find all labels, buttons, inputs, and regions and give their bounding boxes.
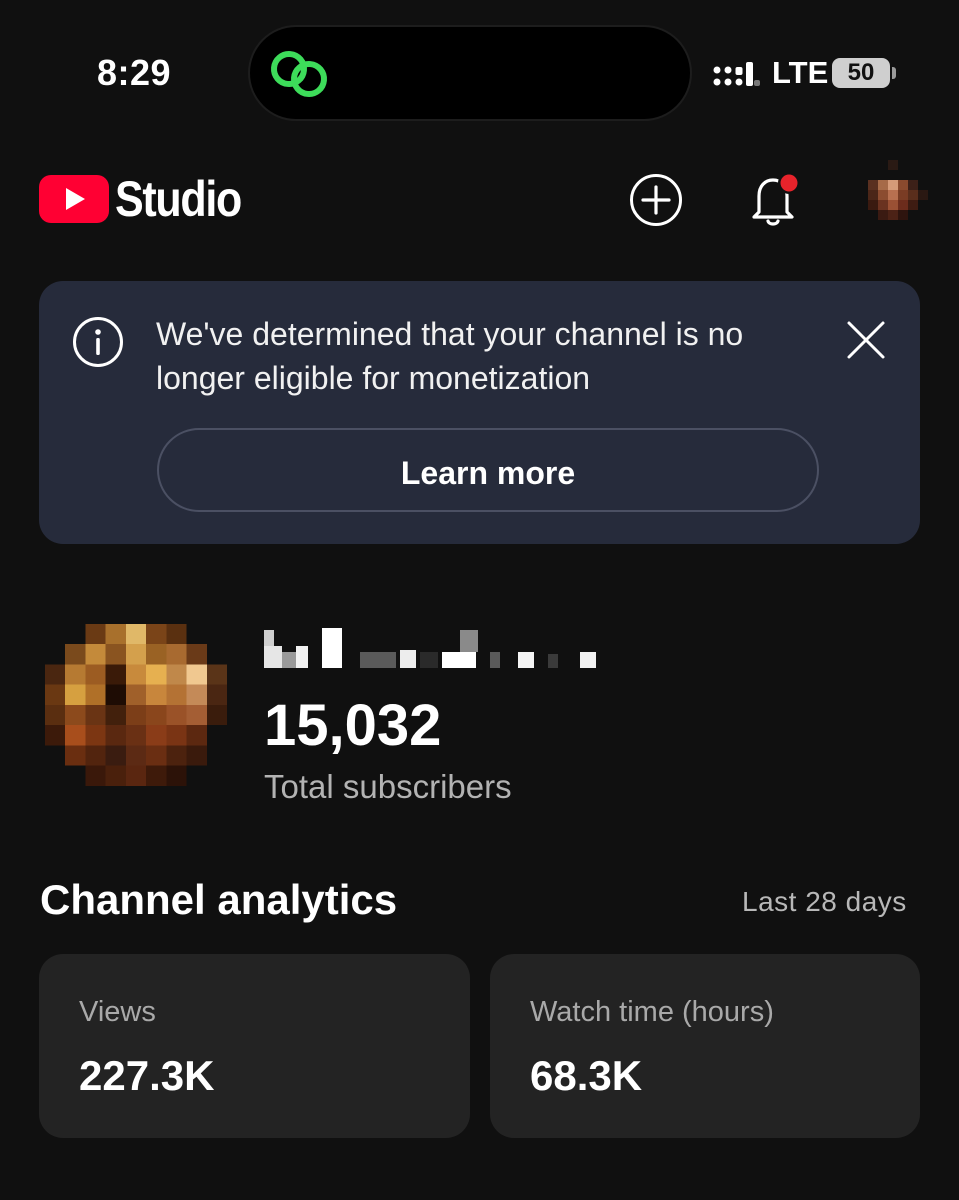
subscriber-label: Total subscribers [264,768,512,805]
card-label: Views [79,996,156,1028]
bell-icon[interactable] [747,168,803,228]
channel-avatar[interactable] [45,624,227,806]
network-type: LTE [772,55,829,90]
cellular-signal-icon [713,62,760,86]
info-icon [73,317,123,367]
banner-message: We've determined that your channel is no… [156,316,744,396]
card-label: Watch time (hours) [530,996,774,1028]
analytics-period[interactable]: Last 28 days [742,886,907,918]
link-rings-icon [271,51,327,97]
battery-indicator: 50 [832,58,890,88]
youtube-play-icon[interactable] [39,175,109,223]
close-icon[interactable] [844,318,888,362]
subscriber-count: 15,032 [264,693,442,758]
plus-circle-icon[interactable] [629,173,683,227]
status-time: 8:29 [97,52,172,93]
views-card[interactable]: Views 227.3K [39,954,470,1138]
app-title: Studio [115,171,242,227]
card-value: 227.3K [79,1052,215,1099]
battery-nub [892,67,896,79]
account-avatar[interactable] [868,160,928,240]
card-value: 68.3K [530,1052,643,1099]
channel-name-redacted [264,628,596,668]
analytics-title: Channel analytics [40,876,398,923]
learn-more-button[interactable]: Learn more [157,428,819,512]
watch-time-card[interactable]: Watch time (hours) 68.3K [490,954,920,1138]
